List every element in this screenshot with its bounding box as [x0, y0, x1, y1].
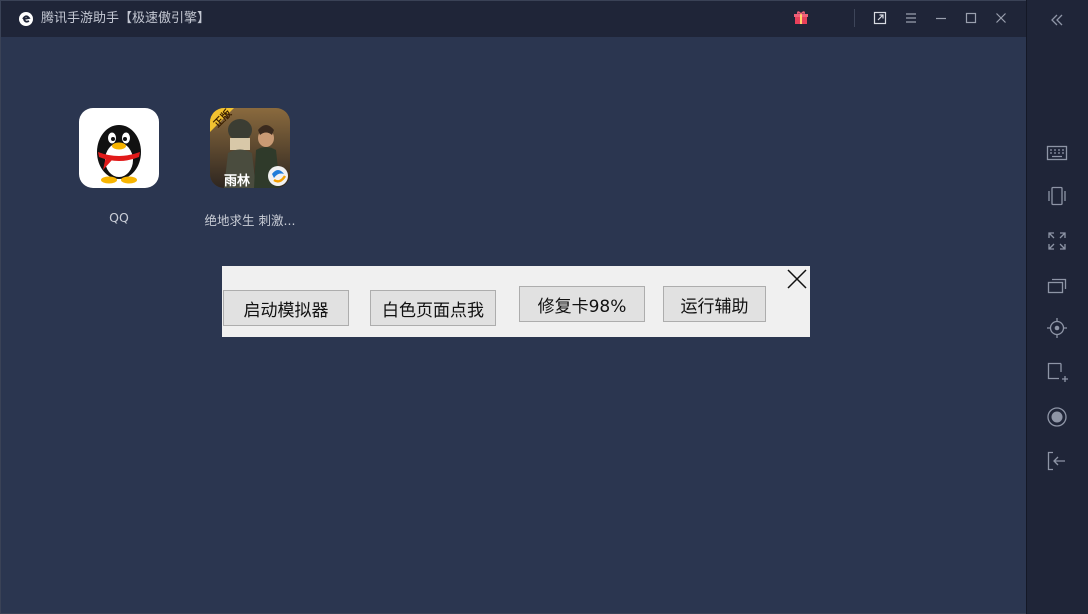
fix-98-button[interactable]: 修复卡98%: [519, 286, 645, 322]
qq-penguin-icon[interactable]: [79, 108, 159, 188]
record-icon[interactable]: [1045, 405, 1069, 429]
gift-icon[interactable]: [793, 10, 809, 26]
white-page-button[interactable]: 白色页面点我: [370, 290, 496, 326]
window-title: 腾讯手游助手【极速傲引擎】: [41, 11, 211, 26]
app-label-qq: QQ: [109, 210, 129, 225]
app-tile-pubg[interactable]: 正版 雨林 绝地求生 刺激...: [190, 108, 310, 229]
multi-window-icon[interactable]: [1045, 273, 1069, 297]
screenshot-icon[interactable]: [1045, 360, 1069, 384]
run-helper-button[interactable]: 运行辅助: [663, 286, 766, 322]
maximize-icon[interactable]: [963, 10, 979, 26]
start-emulator-button[interactable]: 启动模拟器: [223, 290, 349, 326]
exit-icon[interactable]: [1045, 449, 1069, 473]
right-toolbar: [1026, 0, 1088, 614]
collapse-icon[interactable]: [1045, 8, 1069, 32]
locate-icon[interactable]: [1045, 316, 1069, 340]
keyboard-icon[interactable]: [1045, 141, 1069, 165]
menu-icon[interactable]: [903, 10, 919, 26]
app-tile-qq[interactable]: QQ: [59, 108, 179, 225]
app-logo-icon: [19, 12, 33, 26]
map-badge: 雨林: [224, 174, 251, 188]
close-icon[interactable]: [993, 10, 1009, 26]
fullscreen-icon[interactable]: [1045, 229, 1069, 253]
popout-icon[interactable]: [872, 10, 888, 26]
app-label-pubg: 绝地求生 刺激...: [204, 213, 296, 228]
dialog-close-icon[interactable]: [786, 268, 808, 290]
titlebar-separator: [854, 9, 855, 27]
pubg-game-icon[interactable]: 正版 雨林: [210, 108, 290, 188]
shake-icon[interactable]: [1045, 184, 1069, 208]
minimize-icon[interactable]: [933, 10, 949, 26]
